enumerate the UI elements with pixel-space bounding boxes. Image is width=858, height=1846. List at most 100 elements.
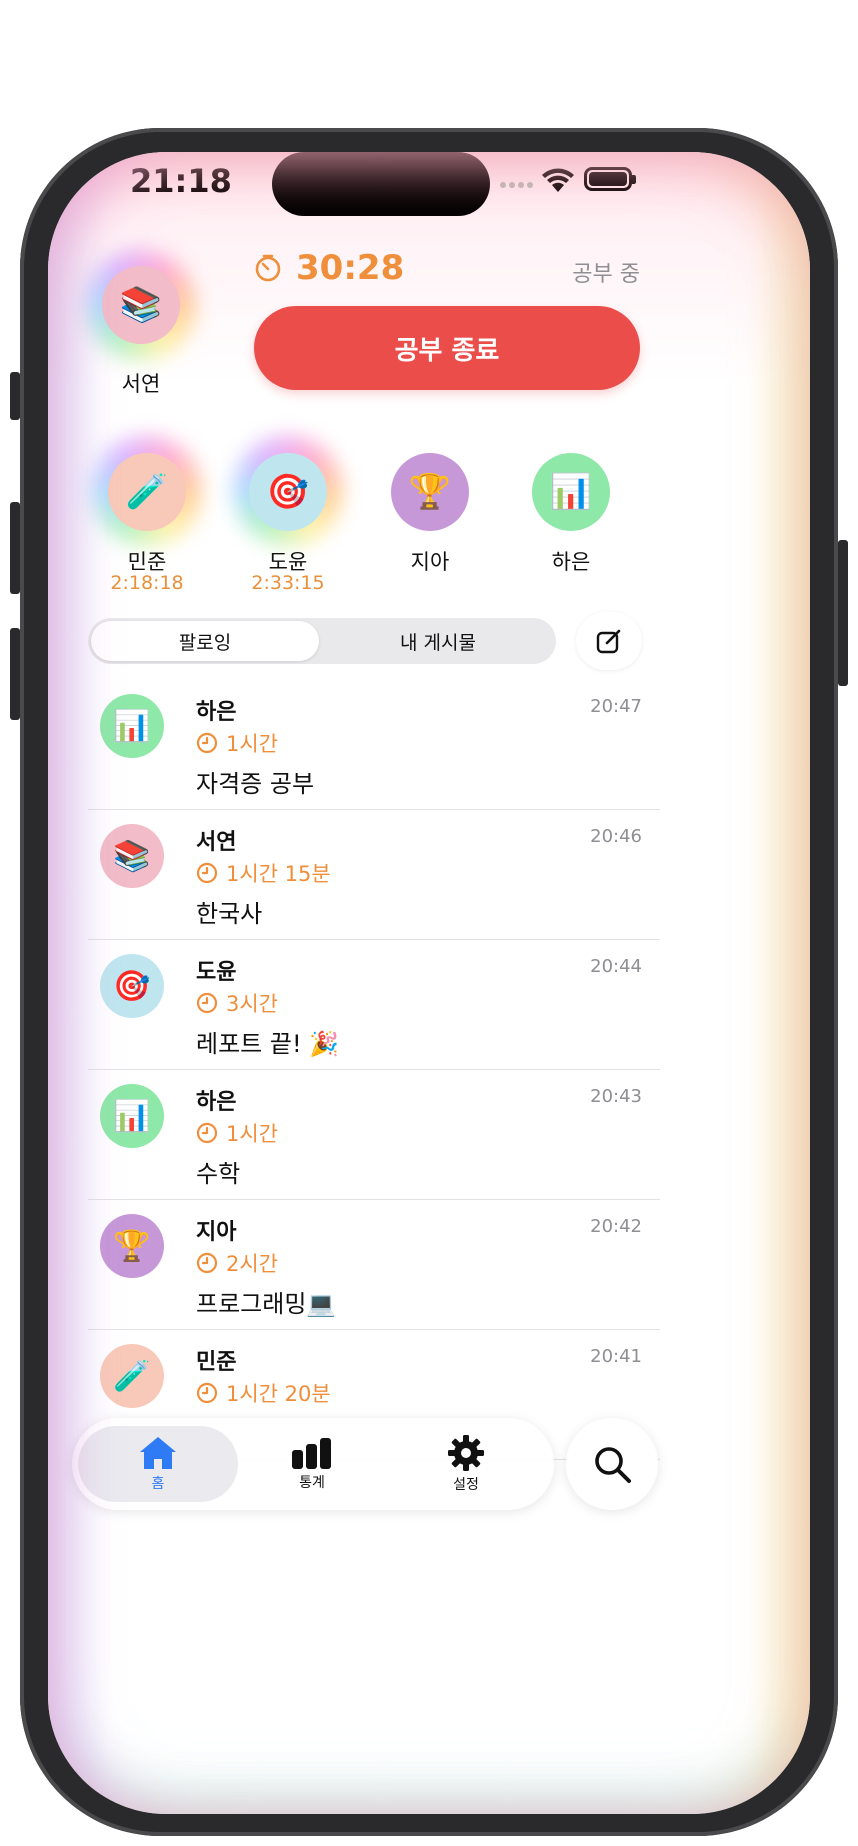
avatar-emoji: 🏆 — [408, 472, 452, 512]
feed-post[interactable]: 🏆 지아 2시간 프로그래밍💻 20:42 — [88, 1200, 660, 1330]
stop-study-button[interactable]: 공부 종료 — [254, 306, 640, 390]
friend-avatar: 🧪 — [108, 453, 186, 531]
tab-stats[interactable]: 통계 — [232, 1426, 392, 1502]
post-avatar: 📊 — [100, 694, 164, 758]
feed-list: 📊 하은 1시간 자격증 공부 20:47 📚 서연 1시간 15분 한국사 2… — [88, 680, 660, 1460]
clock-icon — [196, 732, 218, 754]
post-duration: 1시간 — [196, 1118, 278, 1148]
post-time: 20:43 — [590, 1086, 642, 1107]
post-text: 프로그래밍💻 — [196, 1290, 337, 1318]
friend-avatar: 🏆 — [391, 453, 469, 531]
tab-bar: 홈 통계 설정 — [72, 1418, 554, 1510]
post-avatar: 🏆 — [100, 1214, 164, 1278]
tab-settings[interactable]: 설정 — [386, 1426, 546, 1502]
timer-icon — [255, 254, 281, 282]
post-time: 20:47 — [590, 696, 642, 717]
post-duration: 3시간 — [196, 988, 278, 1018]
post-duration: 2시간 — [196, 1248, 278, 1278]
friend-study-time: 2:33:15 — [251, 572, 325, 594]
post-username: 하은 — [196, 700, 237, 725]
wifi-icon — [542, 168, 574, 192]
post-time: 20:42 — [590, 1216, 642, 1237]
post-username: 지아 — [196, 1220, 237, 1245]
dynamic-island — [272, 152, 490, 216]
tab-my-posts[interactable]: 내 게시물 — [324, 621, 552, 661]
feed-post[interactable]: 📊 하은 1시간 수학 20:43 — [88, 1070, 660, 1200]
post-text: 자격증 공부 — [196, 770, 315, 798]
feed-post[interactable]: 📚 서연 1시간 15분 한국사 20:46 — [88, 810, 660, 940]
tab-home[interactable]: 홈 — [78, 1426, 238, 1502]
avatar-emoji: 📚 — [119, 285, 163, 325]
post-username: 민준 — [196, 1350, 237, 1375]
avatar-emoji: 📊 — [113, 708, 151, 744]
battery-tip — [632, 175, 636, 184]
tab-following[interactable]: 팔로잉 — [91, 621, 319, 661]
clock-icon — [196, 1122, 218, 1144]
phone-side-button — [10, 628, 20, 720]
phone-side-button — [10, 372, 20, 420]
post-duration: 1시간 — [196, 728, 278, 758]
magnifier-icon — [595, 1447, 631, 1483]
post-text: 한국사 — [196, 900, 263, 928]
feed-post[interactable]: 🎯 도윤 3시간 레포트 끝! 🎉 20:44 — [88, 940, 660, 1070]
post-avatar: 📊 — [100, 1084, 164, 1148]
tab-label: 통계 — [299, 1475, 325, 1491]
friend-avatar: 📊 — [532, 453, 610, 531]
clock-icon — [196, 992, 218, 1014]
status-time: 21:18 — [130, 162, 232, 200]
avatar-emoji: 🧪 — [113, 1358, 151, 1394]
phone-side-button — [838, 540, 848, 686]
post-username: 서연 — [196, 830, 237, 855]
my-avatar[interactable]: 📚 — [102, 266, 180, 344]
signal-icon — [500, 182, 536, 188]
my-name: 서연 — [121, 372, 161, 396]
feed-post[interactable]: 📊 하은 1시간 자격증 공부 20:47 — [88, 680, 660, 810]
post-time: 20:41 — [590, 1346, 642, 1367]
post-duration-text: 1시간 — [226, 1122, 279, 1146]
post-duration-text: 1시간 20분 — [226, 1382, 331, 1406]
post-duration-text: 1시간 — [226, 732, 279, 756]
post-duration: 1시간 15분 — [196, 858, 331, 888]
tab-label: 설정 — [453, 1477, 479, 1493]
clock-icon — [196, 862, 218, 884]
post-duration-text: 2시간 — [226, 1252, 279, 1276]
post-text: 수학 — [196, 1160, 241, 1188]
gear-icon — [448, 1435, 484, 1471]
timer-elapsed: 30:28 — [296, 248, 405, 288]
post-duration-text: 3시간 — [226, 992, 279, 1016]
avatar-emoji: 🎯 — [266, 472, 310, 512]
search-button[interactable] — [566, 1418, 658, 1510]
feed-segmented-control: 팔로잉 내 게시물 — [88, 618, 556, 664]
post-text: 레포트 끝! 🎉 — [196, 1030, 340, 1058]
avatar-emoji: 🎯 — [113, 968, 151, 1004]
post-time: 20:44 — [590, 956, 642, 977]
clock-icon — [196, 1252, 218, 1274]
compose-button[interactable] — [576, 612, 642, 670]
avatar-emoji: 📚 — [113, 838, 151, 874]
compose-icon — [596, 629, 621, 654]
house-icon — [140, 1437, 176, 1469]
post-username: 하은 — [196, 1090, 237, 1115]
post-duration: 1시간 20분 — [196, 1378, 331, 1408]
avatar-emoji: 📊 — [549, 472, 593, 512]
post-avatar: 🧪 — [100, 1344, 164, 1408]
friend-name: 하은 — [551, 550, 591, 574]
post-avatar: 📚 — [100, 824, 164, 888]
avatar-emoji: 🏆 — [113, 1228, 151, 1264]
friend-study-time: 2:18:18 — [110, 572, 184, 594]
post-username: 도윤 — [196, 960, 237, 985]
clock-icon — [196, 1382, 218, 1404]
app-screen: 21:18 📚 서연 30:28 공부 중 공부 종료 🧪 민준 2:18:18 — [48, 152, 810, 1814]
battery-icon — [584, 167, 632, 191]
friend-avatar: 🎯 — [249, 453, 327, 531]
avatar-emoji: 🧪 — [125, 472, 169, 512]
friend-name: 지아 — [410, 550, 450, 574]
post-time: 20:46 — [590, 826, 642, 847]
bar-chart-icon — [292, 1438, 331, 1469]
phone-side-button — [10, 502, 20, 594]
avatar-emoji: 📊 — [113, 1098, 151, 1134]
tab-label: 홈 — [151, 1476, 165, 1492]
post-duration-text: 1시간 15분 — [226, 862, 331, 886]
post-avatar: 🎯 — [100, 954, 164, 1018]
study-state: 공부 중 — [572, 262, 640, 287]
